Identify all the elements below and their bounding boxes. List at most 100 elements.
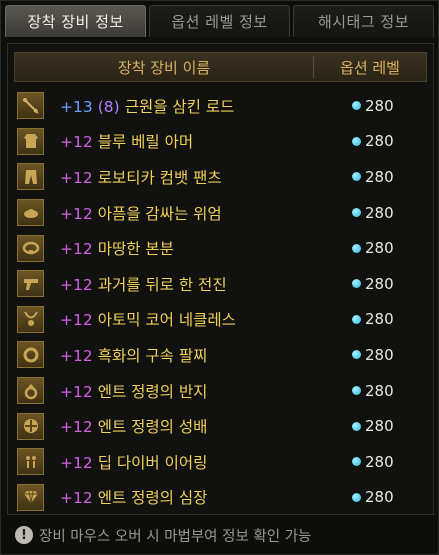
- equipment-row[interactable]: +12 아토믹 코어 네클레스 280: [14, 302, 427, 338]
- equipment-row[interactable]: +12 아픔을 감싸는 위엄 280: [14, 195, 427, 231]
- tab-option-level[interactable]: 옵션 레벨 정보: [149, 5, 290, 37]
- item-title: 아토믹 코어 네클레스: [97, 311, 236, 330]
- level-dot-icon: [352, 350, 361, 360]
- option-level: 280: [352, 275, 394, 293]
- enhance-level: +12: [60, 418, 93, 437]
- item-name: +12 로보티카 컴뱃 팬츠: [60, 166, 340, 188]
- option-level: 280: [352, 168, 394, 186]
- shoulder-icon: [17, 199, 44, 227]
- option-level-value: 280: [365, 381, 394, 400]
- item-title: 엔트 정령의 성배: [97, 418, 208, 437]
- header-option-level: 옵션 레벨: [340, 58, 400, 77]
- enhance-level: +12: [60, 346, 93, 365]
- item-title: 엔트 정령의 심장: [97, 489, 208, 508]
- equipment-list-panel: 장착 장비 이름 옵션 레벨 +13 (8) 근원을 삼킨 로드 280 +12…: [7, 43, 434, 515]
- item-title: 근원을 삼킨 로드: [124, 97, 235, 116]
- equipment-row[interactable]: +12 엔트 정령의 반지 280: [14, 373, 427, 409]
- enhance-level: +12: [60, 133, 93, 152]
- equipment-row[interactable]: +12 엔트 정령의 성배 280: [14, 408, 427, 444]
- option-level: 280: [352, 346, 394, 364]
- gun-icon: [17, 270, 44, 298]
- pants-icon: [17, 163, 44, 191]
- option-level: 280: [352, 488, 394, 506]
- item-name: +12 엔트 정령의 반지: [60, 380, 340, 402]
- equipment-row[interactable]: +12 딥 다이버 이어링 280: [14, 444, 427, 480]
- item-title: 과거를 뒤로 한 전진: [97, 275, 227, 294]
- enhance-level: +12: [60, 453, 93, 472]
- necklace-icon: [17, 305, 44, 333]
- item-name: +13 (8) 근원을 삼킨 로드: [60, 95, 340, 117]
- level-dot-icon: [352, 457, 361, 467]
- level-dot-icon: [352, 172, 361, 182]
- chalice-icon: [17, 412, 44, 440]
- info-icon: !: [15, 526, 33, 544]
- item-name: +12 블루 베릴 아머: [60, 130, 340, 152]
- equipment-row[interactable]: +13 (8) 근원을 삼킨 로드 280: [14, 88, 427, 124]
- option-level-value: 280: [365, 132, 394, 151]
- option-level-value: 280: [365, 96, 394, 115]
- staff-icon: [17, 92, 44, 120]
- option-level-value: 280: [365, 417, 394, 436]
- level-dot-icon: [352, 421, 361, 431]
- option-level-value: 280: [365, 274, 394, 293]
- option-level-value: 280: [365, 310, 394, 329]
- option-level: 280: [352, 239, 394, 257]
- enhance-level: +12: [60, 489, 93, 508]
- footer-hint-text: 장비 마우스 오버 시 마법부여 정보 확인 가능: [39, 528, 312, 545]
- item-name: +12 아픔을 감싸는 위엄: [60, 202, 340, 224]
- enhance-level: +12: [60, 275, 93, 294]
- table-header: 장착 장비 이름 옵션 레벨: [14, 52, 427, 82]
- option-level: 280: [352, 204, 394, 222]
- enhance-level: +13: [60, 97, 93, 116]
- level-dot-icon: [352, 208, 361, 218]
- item-title: 마땅한 본분: [97, 240, 174, 259]
- earring-icon: [17, 448, 44, 476]
- ring-icon: [17, 377, 44, 405]
- item-title: 블루 베릴 아머: [97, 133, 194, 152]
- item-name: +12 아토믹 코어 네클레스: [60, 308, 340, 330]
- enhance-level: +12: [60, 382, 93, 401]
- item-title: 아픔을 감싸는 위엄: [97, 204, 222, 223]
- tab-hashtag[interactable]: 해시태그 정보: [293, 5, 434, 37]
- option-level: 280: [352, 132, 394, 150]
- option-level-value: 280: [365, 452, 394, 471]
- equipment-row[interactable]: +12 마땅한 본분 280: [14, 230, 427, 266]
- equipment-row[interactable]: +12 흑화의 구속 팔찌 280: [14, 337, 427, 373]
- option-level: 280: [352, 417, 394, 435]
- bracelet-icon: [17, 341, 44, 369]
- level-dot-icon: [352, 314, 361, 324]
- enhance-level: +12: [60, 204, 93, 223]
- equipment-row[interactable]: +12 과거를 뒤로 한 전진 280: [14, 266, 427, 302]
- belt-icon: [17, 234, 44, 262]
- armor-icon: [17, 127, 44, 155]
- item-name: +12 흑화의 구속 팔찌: [60, 344, 340, 366]
- equipment-rows: +13 (8) 근원을 삼킨 로드 280 +12 블루 베릴 아머 280 +…: [14, 88, 427, 515]
- option-level: 280: [352, 453, 394, 471]
- enhance-level: +12: [60, 311, 93, 330]
- item-title: 로보티카 컴뱃 팬츠: [97, 168, 222, 187]
- option-level: 280: [352, 97, 394, 115]
- item-name: +12 마땅한 본분: [60, 237, 340, 259]
- item-name: +12 과거를 뒤로 한 전진: [60, 273, 340, 295]
- level-dot-icon: [352, 136, 361, 146]
- tab-bar: 장착 장비 정보 옵션 레벨 정보 해시태그 정보: [5, 5, 434, 37]
- equipment-row[interactable]: +12 블루 베릴 아머 280: [14, 124, 427, 160]
- tab-equipped-gear[interactable]: 장착 장비 정보: [5, 5, 146, 37]
- equipment-row[interactable]: +12 로보티카 컴뱃 팬츠 280: [14, 159, 427, 195]
- option-level-value: 280: [365, 203, 394, 222]
- item-title: 흑화의 구속 팔찌: [97, 346, 208, 365]
- option-level-value: 280: [365, 488, 394, 507]
- heart-gem-icon: [17, 483, 44, 511]
- enhance-level: +12: [60, 240, 93, 259]
- level-dot-icon: [352, 279, 361, 289]
- equipment-row[interactable]: +12 엔트 정령의 심장 280: [14, 480, 427, 516]
- level-dot-icon: [352, 101, 361, 111]
- header-item-name: 장착 장비 이름: [117, 58, 211, 77]
- enhance-level: +12: [60, 168, 93, 187]
- option-level-value: 280: [365, 239, 394, 258]
- footer-hint: ! 장비 마우스 오버 시 마법부여 정보 확인 가능: [15, 523, 311, 547]
- option-level: 280: [352, 310, 394, 328]
- item-title: 딥 다이버 이어링: [97, 453, 208, 472]
- level-dot-icon: [352, 386, 361, 396]
- option-level: 280: [352, 382, 394, 400]
